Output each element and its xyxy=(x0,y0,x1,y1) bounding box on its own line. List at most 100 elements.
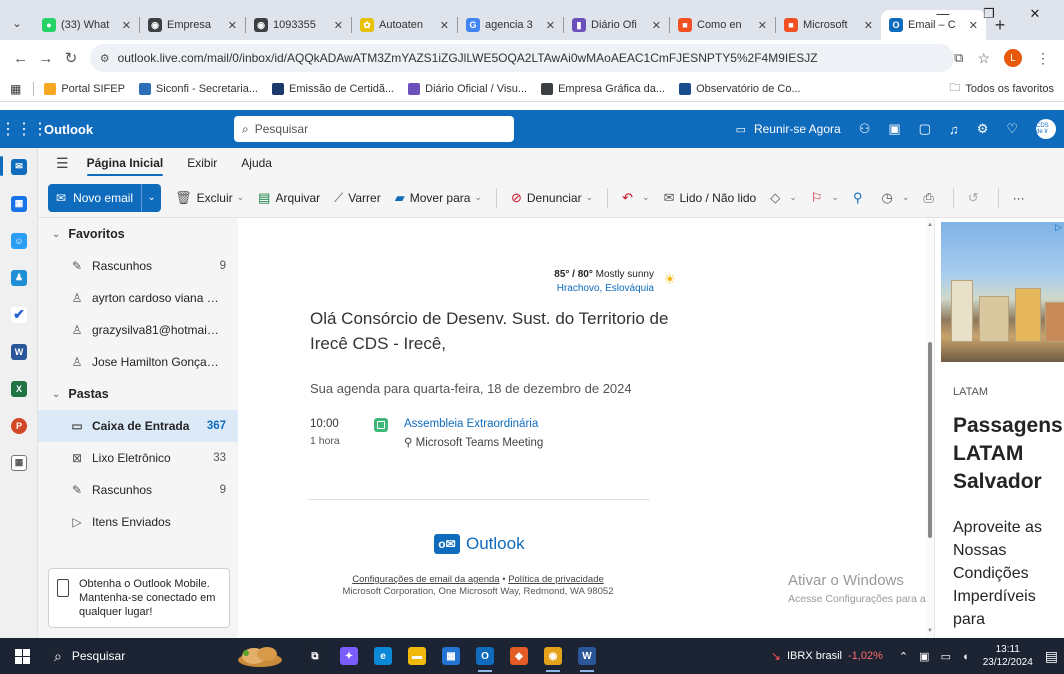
bookmark-star-icon[interactable]: ☆ xyxy=(977,50,990,67)
folder-item[interactable]: ▭ Caixa de Entrada 367 xyxy=(38,410,238,442)
snooze-button[interactable]: ◷ ⌄ xyxy=(881,190,909,206)
close-tab-icon[interactable]: ✕ xyxy=(546,19,555,32)
apps-grid-icon[interactable]: ▦ xyxy=(10,82,21,96)
rail-groups[interactable]: ♟ xyxy=(0,259,38,296)
folder-item[interactable]: ✎ Rascunhos 9 xyxy=(38,474,238,506)
taskbar-app-chrome[interactable]: ◉ xyxy=(536,638,570,674)
read-unread-button[interactable]: ✉ Lido / Não lido xyxy=(664,190,757,206)
taskbar-app-paint[interactable]: ◆ xyxy=(502,638,536,674)
ad-headline[interactable]: Passagens LATAM Salvador xyxy=(953,412,1063,496)
hamburger-menu-icon[interactable]: ☰ xyxy=(56,155,69,172)
close-tab-icon[interactable]: ✕ xyxy=(228,19,237,32)
folder-item[interactable]: ♙ Jose Hamilton Gonçalves xyxy=(38,346,238,378)
browser-tab[interactable]: ● (33) What ✕ xyxy=(34,10,139,40)
flag-button[interactable]: ⚐ ⌄ xyxy=(811,190,839,206)
taskbar-app-outlook[interactable]: O xyxy=(468,638,502,674)
browser-tab[interactable]: ◉ Empresa ✕ xyxy=(140,10,245,40)
tips-icon[interactable]: ♡ xyxy=(1006,121,1018,137)
profile-avatar[interactable]: L xyxy=(1004,49,1022,67)
new-mail-dropdown[interactable]: ⌄ xyxy=(141,183,161,212)
teams-icon[interactable]: ⚇ xyxy=(859,121,871,137)
folder-item[interactable]: ▷ Itens Enviados xyxy=(38,506,238,538)
taskbar-app-edge[interactable]: e xyxy=(366,638,400,674)
tab-home[interactable]: Página Inicial xyxy=(86,150,163,176)
browser-tab[interactable]: ✿ Autoaten ✕ xyxy=(352,10,457,40)
event-name[interactable]: Assembleia Extraordinária xyxy=(404,418,538,430)
folders-header[interactable]: ⌄ Pastas xyxy=(38,378,238,410)
start-button[interactable] xyxy=(0,648,44,664)
browser-tab[interactable]: ▮ Diário Ofi ✕ xyxy=(564,10,669,40)
taskbar-search[interactable]: ⌕ Pesquisar xyxy=(44,638,234,674)
close-tab-icon[interactable]: ✕ xyxy=(758,19,767,32)
bookmark-item[interactable]: Diário Oficial / Visu... xyxy=(408,82,527,95)
folder-item[interactable]: ⊠ Lixo Eletrônico 33 xyxy=(38,442,238,474)
ad-image[interactable] xyxy=(941,222,1064,362)
meet-now-button[interactable]: ▭ Reunir-se Agora xyxy=(736,122,841,136)
favorites-header[interactable]: ⌄ Favoritos xyxy=(38,218,238,250)
move-to-button[interactable]: ▰ Mover para ⌄ xyxy=(395,190,482,206)
calendar-settings-link[interactable]: Configurações de email da agenda xyxy=(352,574,499,585)
rail-excel[interactable]: X xyxy=(0,370,38,407)
gear-icon[interactable]: ⚙ xyxy=(977,121,989,137)
taskbar-app-store[interactable]: ▦ xyxy=(434,638,468,674)
close-tab-icon[interactable]: ✕ xyxy=(440,19,449,32)
bookmark-item[interactable]: Portal SIFEP xyxy=(44,82,125,95)
rail-todo[interactable]: ✔ xyxy=(0,296,38,333)
back-button[interactable]: ← xyxy=(8,50,33,67)
search-input[interactable]: ⌕ Pesquisar xyxy=(234,116,514,142)
browser-menu-icon[interactable]: ⋮ xyxy=(1036,50,1050,67)
search-highlight-illustration[interactable] xyxy=(234,643,284,669)
browser-tab[interactable]: Gagencia 3 ✕ xyxy=(458,10,563,40)
taskbar-app-copilot[interactable]: ✦ xyxy=(332,638,366,674)
office-icon[interactable]: ▣ xyxy=(888,121,900,137)
taskbar-app-word[interactable]: W xyxy=(570,638,604,674)
install-app-icon[interactable]: ⧉ xyxy=(954,50,963,66)
taskbar-app-task-view[interactable]: ⧉ xyxy=(298,638,332,674)
sweep-button[interactable]: ⟋ Varrer xyxy=(334,190,381,206)
adchoices-icon[interactable]: ▷ xyxy=(1055,222,1062,233)
folder-item[interactable]: ♙ grazysilva81@hotmail.c... xyxy=(38,314,238,346)
scroll-down-icon[interactable]: ▼ xyxy=(927,628,933,634)
site-info-icon[interactable]: ⚙ xyxy=(100,52,110,65)
categorize-button[interactable]: ◇ ⌄ xyxy=(770,190,797,206)
bell-icon[interactable]: ♫ xyxy=(949,122,959,137)
close-tab-icon[interactable]: ✕ xyxy=(334,19,343,32)
more-options-button[interactable]: ··· xyxy=(1013,191,1025,205)
undo-button[interactable]: ↺ xyxy=(968,190,984,206)
rail-word[interactable]: W xyxy=(0,333,38,370)
tab-help[interactable]: Ajuda xyxy=(241,150,272,176)
close-tab-icon[interactable]: ✕ xyxy=(652,19,661,32)
tab-view[interactable]: Exibir xyxy=(187,150,217,176)
folder-item[interactable]: ✎ Rascunhos 9 xyxy=(38,250,238,282)
report-button[interactable]: ⊘ Denunciar ⌄ xyxy=(511,190,593,206)
app-launcher-icon[interactable]: ⋮⋮⋮ xyxy=(0,119,48,139)
bookmark-item[interactable]: Empresa Gráfica da... xyxy=(541,82,665,95)
outlook-brand[interactable]: Outlook xyxy=(44,122,234,137)
privacy-policy-link[interactable]: Política de privacidade xyxy=(508,574,604,585)
pin-button[interactable]: ⚲ xyxy=(853,190,868,206)
close-tab-icon[interactable]: ✕ xyxy=(864,19,873,32)
weather-location[interactable]: Hrachovo, Eslováquia xyxy=(524,282,654,296)
folder-item[interactable]: ♙ ayrton cardoso viana via... xyxy=(38,282,238,314)
tab-search-button[interactable]: ⌄ xyxy=(0,6,34,40)
browser-tab[interactable]: ■ Como en ✕ xyxy=(670,10,775,40)
rail-more-apps[interactable]: ▦ xyxy=(0,444,38,481)
forward-button[interactable]: → xyxy=(33,50,58,67)
taskbar-app-file-explorer[interactable]: ▬ xyxy=(400,638,434,674)
browser-tab[interactable]: ■ Microsoft ✕ xyxy=(776,10,881,40)
reply-button[interactable]: ↶ ⌄ xyxy=(622,190,649,206)
my-day-icon[interactable]: ▢ xyxy=(919,121,931,137)
clock[interactable]: 13:11 23/12/2024 xyxy=(983,643,1033,669)
rail-people[interactable]: ☺ xyxy=(0,222,38,259)
bookmark-item[interactable]: Emissão de Certidã... xyxy=(272,82,394,95)
minimize-button[interactable]: — xyxy=(920,6,966,22)
new-mail-button[interactable]: ✉ Novo email ⌄ xyxy=(48,183,162,212)
bookmark-item[interactable]: Siconfi - Secretaria... xyxy=(138,82,258,95)
all-bookmarks[interactable]: 🗀 Todos os favoritos xyxy=(949,79,1054,98)
rail-powerpoint[interactable]: P xyxy=(0,407,38,444)
stock-widget[interactable]: ↘ IBRX brasil -1,02% xyxy=(771,649,883,663)
maximize-button[interactable]: ❐ xyxy=(966,6,1012,22)
notification-icon[interactable]: ▤ xyxy=(1045,648,1058,665)
scrollbar-thumb[interactable] xyxy=(928,342,932,538)
delete-button[interactable]: 🗑 Excluir ⌄ xyxy=(175,190,244,206)
